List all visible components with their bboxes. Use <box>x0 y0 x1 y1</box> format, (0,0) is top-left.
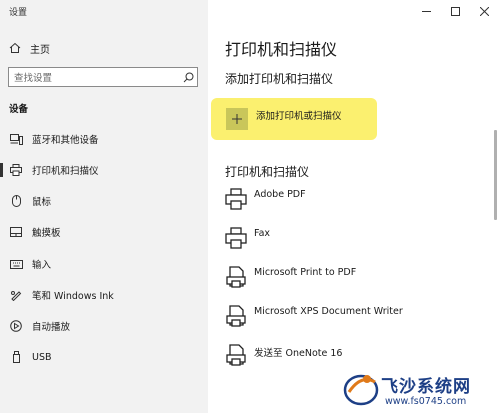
sidebar-item-typing[interactable]: 输入 <box>0 249 208 279</box>
printer-item-adobe-pdf[interactable]: Adobe PDF <box>225 186 485 220</box>
home-icon <box>9 39 21 58</box>
autoplay-icon <box>9 319 23 333</box>
sidebar-item-label: 打印机和扫描仪 <box>32 166 99 177</box>
minimize-button[interactable] <box>412 0 440 20</box>
sidebar: 设置 主页 查找设置 设备 蓝牙和其他设备 打印机和扫描仪 鼠标 触摸板 输入 … <box>0 0 208 413</box>
printer-item-fax[interactable]: Fax <box>225 225 485 259</box>
plus-icon <box>226 108 248 130</box>
maximize-button[interactable] <box>441 0 469 20</box>
printer-item-ms-xps-writer[interactable]: Microsoft XPS Document Writer <box>225 303 485 337</box>
usb-icon <box>9 350 23 364</box>
printer-icon <box>225 188 247 212</box>
section-heading: 设备 <box>9 104 29 115</box>
watermark-url: www.fs0745.com <box>385 396 467 407</box>
sidebar-item-label: 自动播放 <box>32 322 71 333</box>
add-printer-button[interactable]: 添加打印机或扫描仪 <box>211 98 377 140</box>
sidebar-item-label: USB <box>32 351 52 363</box>
touchpad-icon <box>9 225 23 239</box>
minimize-icon <box>421 1 431 20</box>
maximize-icon <box>450 1 460 20</box>
document-printer-icon <box>225 266 247 290</box>
sidebar-item-label: 输入 <box>32 260 52 271</box>
sidebar-item-bluetooth[interactable]: 蓝牙和其他设备 <box>0 124 208 154</box>
watermark-title: 飞沙系统网 <box>381 377 471 397</box>
add-section-heading: 添加打印机和扫描仪 <box>225 72 334 86</box>
watermark-logo-icon <box>343 370 379 412</box>
bluetooth-devices-icon <box>9 132 23 146</box>
sidebar-item-pen[interactable]: 笔和 Windows Ink <box>0 280 208 310</box>
close-icon <box>479 1 489 20</box>
sidebar-item-label: 蓝牙和其他设备 <box>32 135 99 146</box>
window-title: 设置 <box>9 8 28 18</box>
selection-indicator <box>0 163 3 177</box>
document-printer-icon <box>225 305 247 329</box>
keyboard-icon <box>9 257 23 271</box>
home-label: 主页 <box>30 44 50 56</box>
sidebar-item-printers[interactable]: 打印机和扫描仪 <box>0 155 208 185</box>
printers-section-heading: 打印机和扫描仪 <box>225 165 310 179</box>
search-placeholder: 查找设置 <box>14 73 53 84</box>
sidebar-item-label: 鼠标 <box>32 197 52 208</box>
search-icon[interactable] <box>179 72 197 83</box>
printer-name: 发送至 OneNote 16 <box>254 348 343 359</box>
page-title: 打印机和扫描仪 <box>225 40 338 59</box>
printer-icon <box>9 163 23 177</box>
sidebar-item-label: 触摸板 <box>32 228 61 239</box>
sidebar-item-touchpad[interactable]: 触摸板 <box>0 217 208 247</box>
scrollbar[interactable] <box>494 130 497 220</box>
sidebar-item-mouse[interactable]: 鼠标 <box>0 186 208 216</box>
sidebar-item-usb[interactable]: USB <box>0 342 208 372</box>
close-button[interactable] <box>470 0 498 20</box>
printer-name: Adobe PDF <box>254 189 306 200</box>
printer-name: Microsoft XPS Document Writer <box>254 306 403 317</box>
sidebar-item-autoplay[interactable]: 自动播放 <box>0 311 208 341</box>
watermark: 飞沙系统网 www.fs0745.com <box>341 368 497 412</box>
printer-icon <box>225 227 247 251</box>
document-printer-icon <box>225 344 247 368</box>
home-nav-item[interactable]: 主页 <box>9 38 50 58</box>
printer-name: Fax <box>254 228 271 239</box>
search-input[interactable]: 查找设置 <box>8 67 198 87</box>
sidebar-item-label: 笔和 Windows Ink <box>32 291 114 302</box>
mouse-icon <box>9 194 23 208</box>
add-printer-label: 添加打印机或扫描仪 <box>256 111 342 122</box>
printer-name: Microsoft Print to PDF <box>254 267 357 278</box>
printer-item-ms-print-to-pdf[interactable]: Microsoft Print to PDF <box>225 264 485 298</box>
pen-icon <box>9 288 23 302</box>
